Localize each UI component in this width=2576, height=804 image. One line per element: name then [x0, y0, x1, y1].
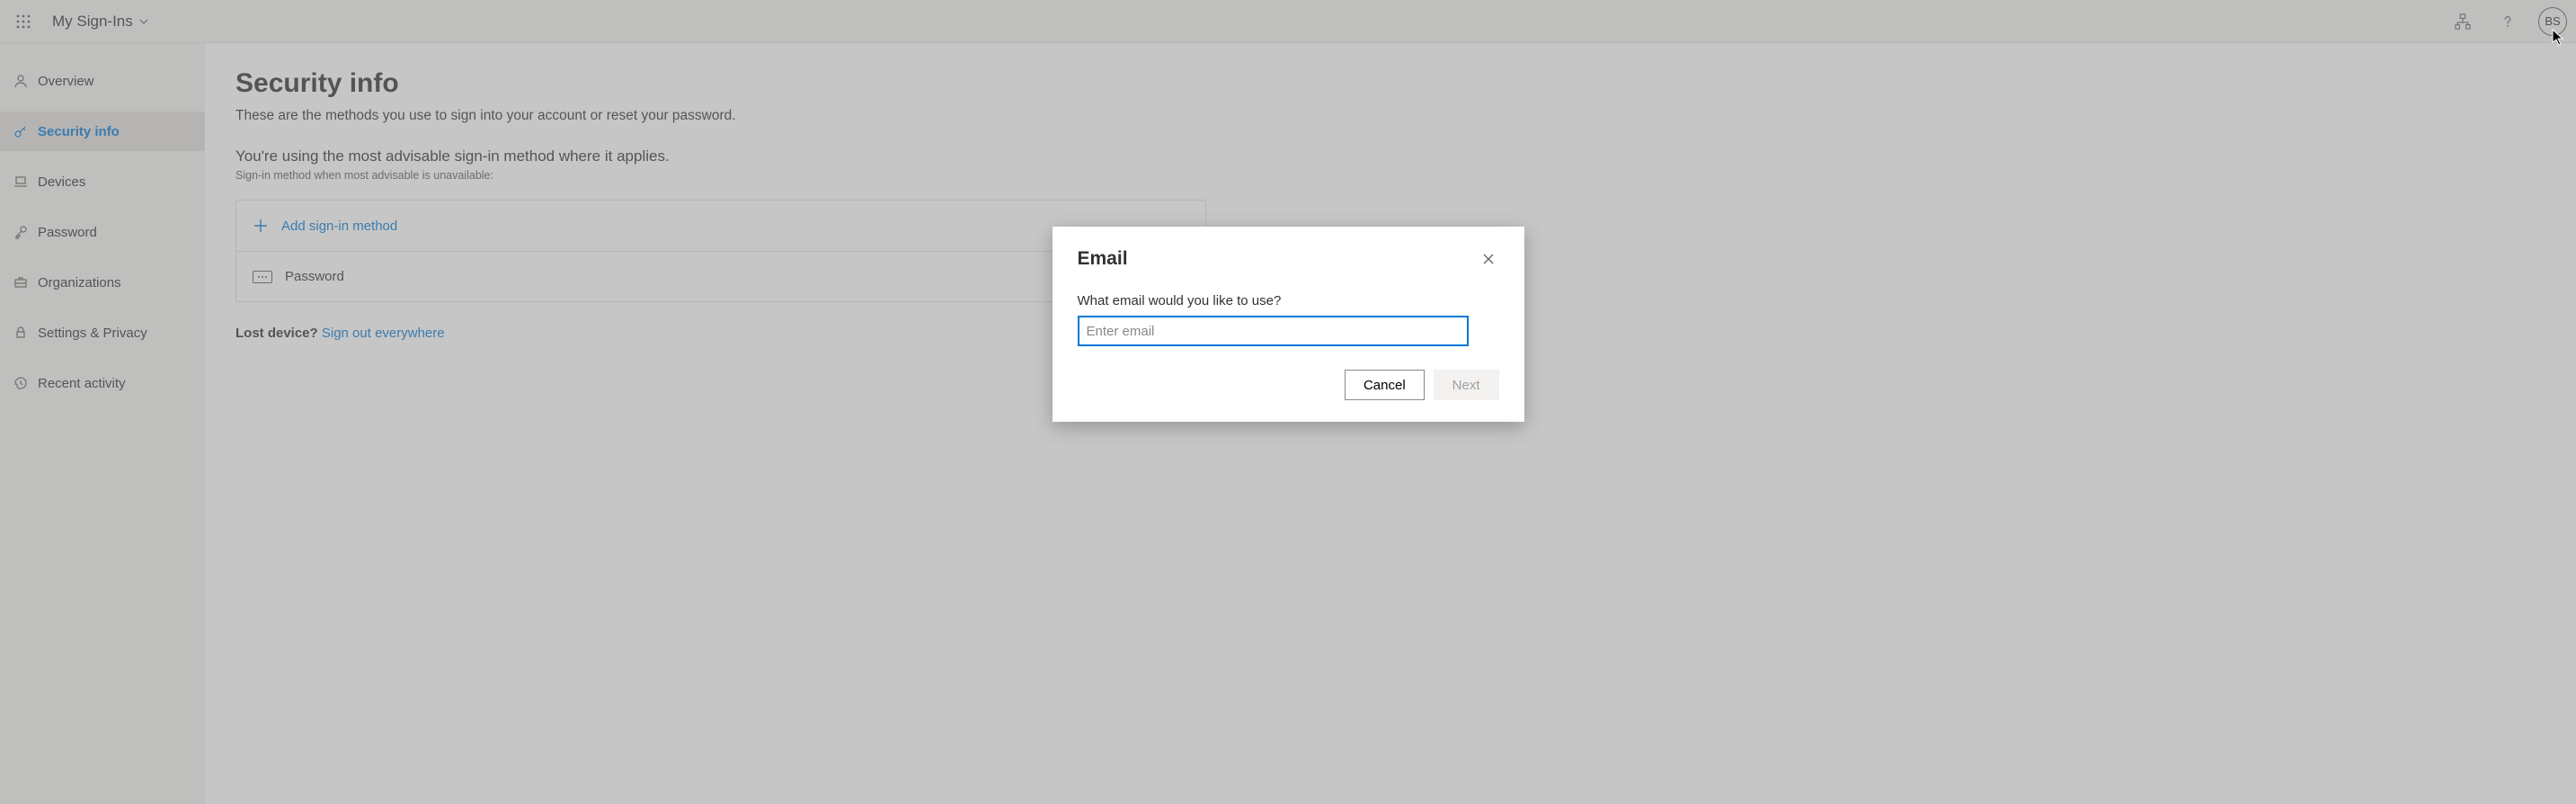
dialog-header: Email — [1078, 248, 1499, 270]
dialog-title: Email — [1078, 248, 1128, 270]
modal-overlay: Email What email would you like to use? … — [0, 0, 2576, 804]
cancel-button[interactable]: Cancel — [1345, 370, 1425, 400]
email-dialog: Email What email would you like to use? … — [1053, 227, 1524, 422]
email-input[interactable] — [1078, 316, 1469, 346]
close-icon — [1481, 252, 1496, 266]
next-button[interactable]: Next — [1434, 370, 1499, 400]
dialog-question: What email would you like to use? — [1078, 293, 1499, 308]
close-button[interactable] — [1478, 248, 1499, 270]
dialog-actions: Cancel Next — [1078, 370, 1499, 400]
